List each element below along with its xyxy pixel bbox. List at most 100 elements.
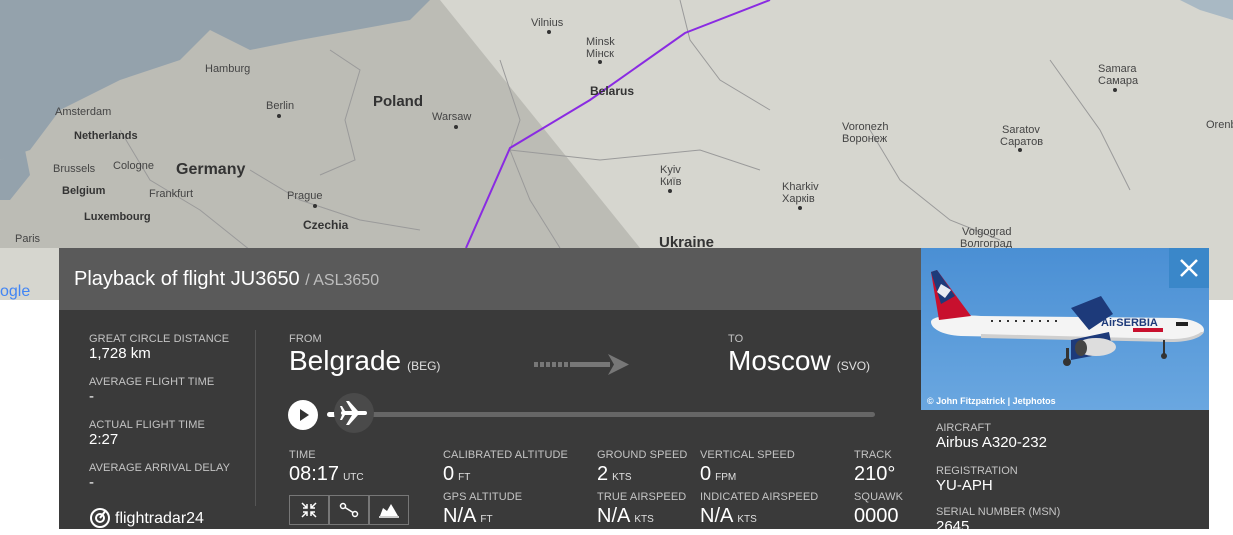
stat-value-actual-time: 2:27 — [89, 431, 119, 448]
indicated-airspeed-value: N/A — [700, 505, 734, 527]
logo-text: flightradar24 — [115, 510, 204, 527]
squawk-label: SQUAWK — [854, 491, 904, 503]
time-unit: UTC — [343, 472, 364, 483]
serial-label: SERIAL NUMBER (MSN) — [936, 506, 1061, 518]
registration-value: YU-APH — [936, 477, 993, 494]
vertical-speed-label: VERTICAL SPEED — [700, 449, 795, 461]
route-button[interactable] — [329, 495, 369, 525]
map-city-voronezh: Voronezh — [842, 121, 888, 133]
photo-credit[interactable]: © John Fitzpatrick | Jetphotos — [927, 396, 1056, 406]
map-label-germany: Germany — [176, 161, 245, 178]
serial-value: 2645 — [936, 518, 970, 535]
calibrated-altitude-label: CALIBRATED ALTITUDE — [443, 449, 568, 461]
stat-value-avg-time: - — [89, 388, 94, 405]
gps-altitude-label: GPS ALTITUDE — [443, 491, 523, 503]
time-value: 08:17 — [289, 463, 340, 485]
indicated-airspeed-readout: N/A KTS — [700, 505, 757, 528]
map-city-berlin: Berlin — [266, 100, 294, 112]
map-attribution: ogle — [0, 283, 30, 300]
to-city: Moscow — [728, 345, 831, 376]
map-city-minsk: Minsk — [586, 36, 615, 48]
flight-title: Playback of flight JU3650 — [74, 268, 300, 290]
chart-area-icon — [379, 504, 399, 518]
calibrated-altitude-readout: 0 FT — [443, 463, 470, 486]
fit-view-button[interactable] — [289, 495, 329, 525]
track-value: 210° — [854, 463, 896, 485]
from-airport: Belgrade (BEG) — [289, 345, 440, 377]
map-city-brussels: Brussels — [53, 163, 96, 175]
vertical-speed-unit: FPM — [715, 472, 737, 483]
ground-speed-unit: KTS — [612, 472, 632, 483]
playback-handle[interactable] — [334, 393, 374, 433]
stat-label-distance: GREAT CIRCLE DISTANCE — [89, 333, 230, 345]
panel-divider — [255, 330, 256, 506]
aircraft-photo[interactable]: AirSERBIA — [921, 248, 1209, 410]
from-city: Belgrade — [289, 345, 402, 376]
map-city-saratov: Saratov — [1002, 124, 1040, 136]
true-airspeed-value: N/A — [597, 505, 631, 527]
stat-label-arrival-delay: AVERAGE ARRIVAL DELAY — [89, 462, 231, 474]
indicated-airspeed-label: INDICATED AIRSPEED — [700, 491, 819, 503]
ground-speed-value: 2 — [597, 463, 609, 485]
map-city-minsk-local: Мінск — [586, 48, 614, 60]
panel-header: Playback of flight JU3650 / ASL3650 — [59, 248, 921, 310]
to-airport: Moscow (SVO) — [728, 345, 870, 377]
to-code: (SVO) — [836, 359, 871, 373]
map-city-vilnius: Vilnius — [531, 17, 564, 29]
gps-altitude-unit: FT — [480, 514, 493, 525]
map-city-kharkiv-local: Харків — [782, 193, 815, 205]
compress-icon — [301, 502, 317, 518]
map-label-belarus: Belarus — [590, 84, 634, 98]
map-label-poland: Poland — [373, 93, 423, 110]
track-label: TRACK — [854, 449, 892, 461]
panel-title: Playback of flight JU3650 / ASL3650 — [74, 268, 379, 291]
to-label: TO — [728, 333, 744, 345]
map-city-voronezh-local: Воронеж — [842, 133, 888, 145]
stat-label-avg-time: AVERAGE FLIGHT TIME — [89, 376, 215, 388]
map-city-kyiv-local: Київ — [660, 176, 682, 188]
true-airspeed-label: TRUE AIRSPEED — [597, 491, 687, 503]
aircraft-panel: AirSERBIA © John Fitzpatrick | Jetphotos… — [921, 248, 1209, 535]
gps-altitude-readout: N/A FT — [443, 505, 493, 528]
true-airspeed-readout: N/A KTS — [597, 505, 654, 528]
radar-icon — [90, 508, 110, 528]
map-city-kyiv: Kyiv — [660, 164, 681, 176]
map-city-volgograd: Volgograd — [962, 226, 1012, 238]
aircraft-label: AIRCRAFT — [936, 422, 991, 434]
map-city-hamburg: Hamburg — [205, 63, 250, 75]
indicated-airspeed-unit: KTS — [737, 514, 757, 525]
squawk-value: 0000 — [854, 505, 899, 527]
map-city-orenburg: Orenb — [1206, 119, 1233, 131]
close-icon — [1180, 259, 1198, 277]
map-label-netherlands: Netherlands — [74, 130, 138, 142]
map-label-luxembourg: Luxembourg — [84, 211, 151, 223]
stat-label-actual-time: ACTUAL FLIGHT TIME — [89, 419, 205, 431]
livery-text: AirSERBIA — [1101, 317, 1158, 329]
stat-value-arrival-delay: - — [89, 474, 94, 491]
true-airspeed-unit: KTS — [634, 514, 654, 525]
from-label: FROM — [289, 333, 322, 345]
map-city-amsterdam: Amsterdam — [55, 106, 111, 118]
map-city-samara-local: Самара — [1098, 75, 1139, 87]
time-label: TIME — [289, 449, 316, 461]
airplane-icon — [340, 401, 367, 425]
play-icon — [300, 409, 309, 421]
map-city-warsaw: Warsaw — [432, 111, 471, 123]
map-city-kharkiv: Kharkiv — [782, 181, 819, 193]
vertical-speed-readout: 0 FPM — [700, 463, 736, 486]
playback-panel: Playback of flight JU3650 / ASL3650 GREA… — [59, 248, 921, 529]
playback-slider[interactable] — [327, 412, 875, 417]
registration-label: REGISTRATION — [936, 465, 1018, 477]
ground-speed-readout: 2 KTS — [597, 463, 632, 486]
map-city-saratov-local: Саратов — [1000, 136, 1043, 148]
map-city-prague: Prague — [287, 190, 322, 202]
flight-callsign: / ASL3650 — [305, 272, 380, 289]
map-label-belgium: Belgium — [62, 185, 106, 197]
aircraft-value: Airbus A320-232 — [936, 434, 1047, 451]
map-city-cologne: Cologne — [113, 160, 154, 172]
route-icon — [339, 502, 359, 518]
gps-altitude-value: N/A — [443, 505, 477, 527]
play-button[interactable] — [288, 400, 318, 430]
close-button[interactable] — [1169, 248, 1209, 288]
altitude-graph-button[interactable] — [369, 495, 409, 525]
